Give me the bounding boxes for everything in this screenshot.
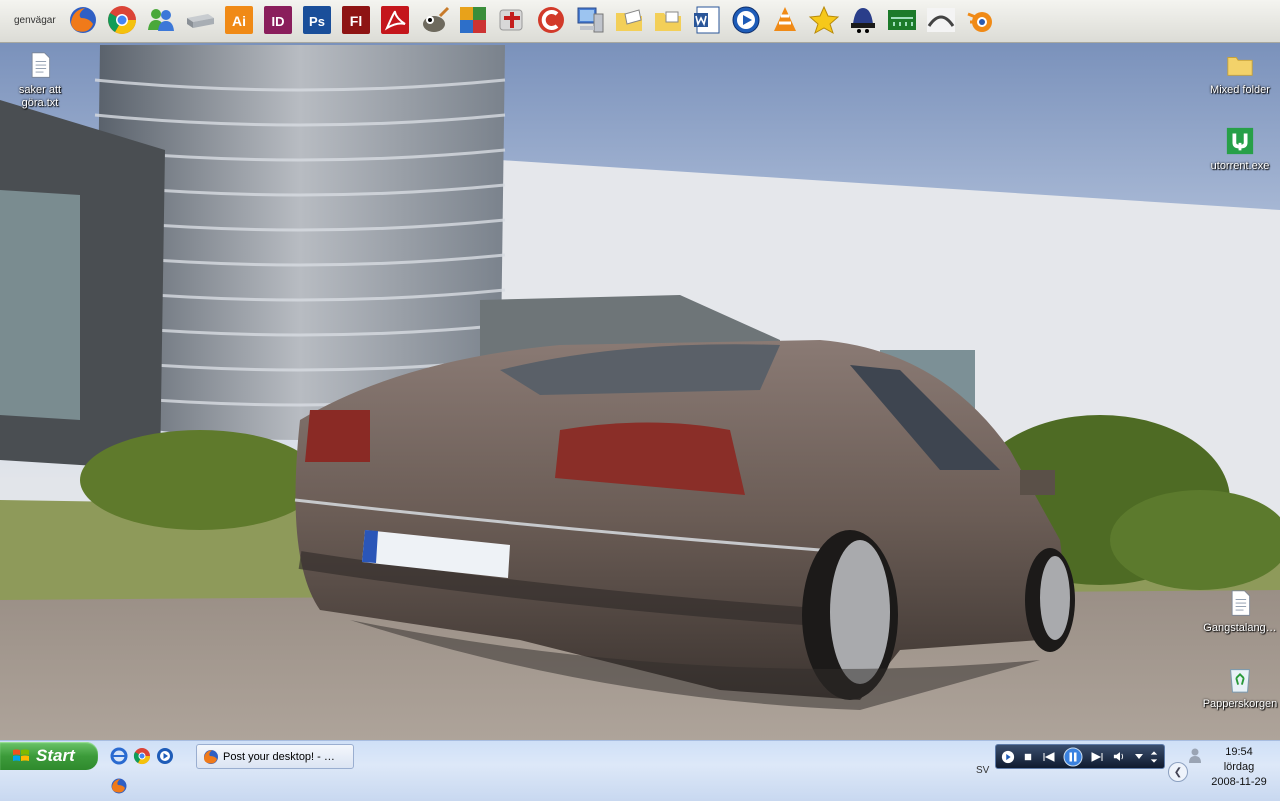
show-hidden-icons-button[interactable]: ❮ xyxy=(1168,762,1188,782)
firefox-icon xyxy=(204,749,218,764)
next-icon[interactable] xyxy=(1088,750,1106,764)
start-label: Start xyxy=(36,746,75,765)
photoshop-icon[interactable]: Ps xyxy=(300,3,333,36)
recycle-bin-icon xyxy=(1223,662,1257,696)
clock-date: 2008-11-29 xyxy=(1211,776,1267,788)
system-clock[interactable]: 19:54 lördag 2008-11-29 xyxy=(1200,745,1278,790)
word-icon[interactable] xyxy=(690,3,723,36)
winamp-icon[interactable] xyxy=(456,3,489,36)
chrome-icon[interactable] xyxy=(105,3,138,36)
desktop-icon-todo-txt[interactable]: saker att göra.txt xyxy=(0,48,80,110)
indesign-icon[interactable]: ID xyxy=(261,3,294,36)
folder-mail-icon[interactable] xyxy=(612,3,645,36)
firefox-icon[interactable] xyxy=(66,3,99,36)
media-player-toolbar xyxy=(995,744,1165,769)
toolbar-label: genvägar xyxy=(14,15,56,26)
messenger-icon[interactable] xyxy=(144,3,177,36)
taskbar-window-button[interactable]: Post your desktop! - … xyxy=(196,744,354,769)
stop-icon[interactable] xyxy=(1020,750,1036,764)
hammer-icon[interactable] xyxy=(495,3,528,36)
media-player-icon[interactable] xyxy=(156,747,174,765)
window-title: Post your desktop! - … xyxy=(223,750,335,763)
acrobat-icon[interactable] xyxy=(378,3,411,36)
my-computer-icon[interactable] xyxy=(573,3,606,36)
taskbar: Start Post your desktop! - … SV ❮ 19:54 … xyxy=(0,740,1280,801)
windows-logo-icon xyxy=(13,749,29,761)
hat-icon[interactable] xyxy=(846,3,879,36)
folder-icon[interactable] xyxy=(651,3,684,36)
utorrent-icon xyxy=(1223,124,1257,158)
quick-launch-toolbar: genvägar Ai ID Ps Fl xyxy=(0,0,1280,43)
text-file-icon xyxy=(23,48,57,82)
desktop-icon-label: saker att göra.txt xyxy=(18,84,62,109)
svg-text:Ps: Ps xyxy=(309,14,325,29)
desktop-icon-utorrent[interactable]: utorrent.exe xyxy=(1200,124,1280,173)
previous-icon[interactable] xyxy=(1040,750,1058,764)
desktop-icon-label: utorrent.exe xyxy=(1210,160,1270,172)
svg-text:Fl: Fl xyxy=(349,13,361,29)
internet-explorer-icon[interactable] xyxy=(110,747,128,765)
svg-text:Ai: Ai xyxy=(232,13,246,29)
chrome-icon[interactable] xyxy=(133,747,151,765)
clock-time: 19:54 xyxy=(1225,746,1253,758)
network-icon[interactable] xyxy=(885,3,918,36)
media-player-icon[interactable] xyxy=(729,3,762,36)
start-button[interactable]: Start xyxy=(0,742,98,770)
pause-button[interactable] xyxy=(1062,747,1084,766)
language-indicator[interactable]: SV xyxy=(976,765,989,776)
chevron-down-icon[interactable] xyxy=(1134,750,1144,764)
vlc-icon[interactable] xyxy=(768,3,801,36)
ccleaner-icon[interactable] xyxy=(534,3,567,36)
folder-icon xyxy=(1223,48,1257,82)
desktop-icon-recycle-bin[interactable]: Papperskorgen xyxy=(1200,662,1280,711)
blender-icon[interactable] xyxy=(963,3,996,36)
desktop-icon-label: Mixed folder xyxy=(1210,84,1270,96)
drive-icon[interactable] xyxy=(183,3,216,36)
desktop-icon-label: Gangstalang… xyxy=(1203,622,1277,634)
star-icon[interactable] xyxy=(807,3,840,36)
illustrator-icon[interactable]: Ai xyxy=(222,3,255,36)
desktop-icon-label: Papperskorgen xyxy=(1202,698,1278,710)
gimp-icon[interactable] xyxy=(417,3,450,36)
media-player-icon[interactable] xyxy=(1000,750,1016,764)
text-file-icon xyxy=(1223,586,1257,620)
clock-day: lördag xyxy=(1223,761,1255,773)
restore-icon[interactable] xyxy=(1148,750,1160,764)
desktop-icon-gangstalang[interactable]: Gangstalang… xyxy=(1200,586,1280,635)
volume-icon[interactable] xyxy=(1110,750,1130,764)
svg-text:ID: ID xyxy=(271,14,284,29)
desktop-icon-mixed-folder[interactable]: Mixed folder xyxy=(1200,48,1280,97)
desktop-wallpaper xyxy=(0,0,1280,800)
flash-icon[interactable]: Fl xyxy=(339,3,372,36)
firefox-icon[interactable] xyxy=(110,777,128,795)
arch-icon[interactable] xyxy=(924,3,957,36)
